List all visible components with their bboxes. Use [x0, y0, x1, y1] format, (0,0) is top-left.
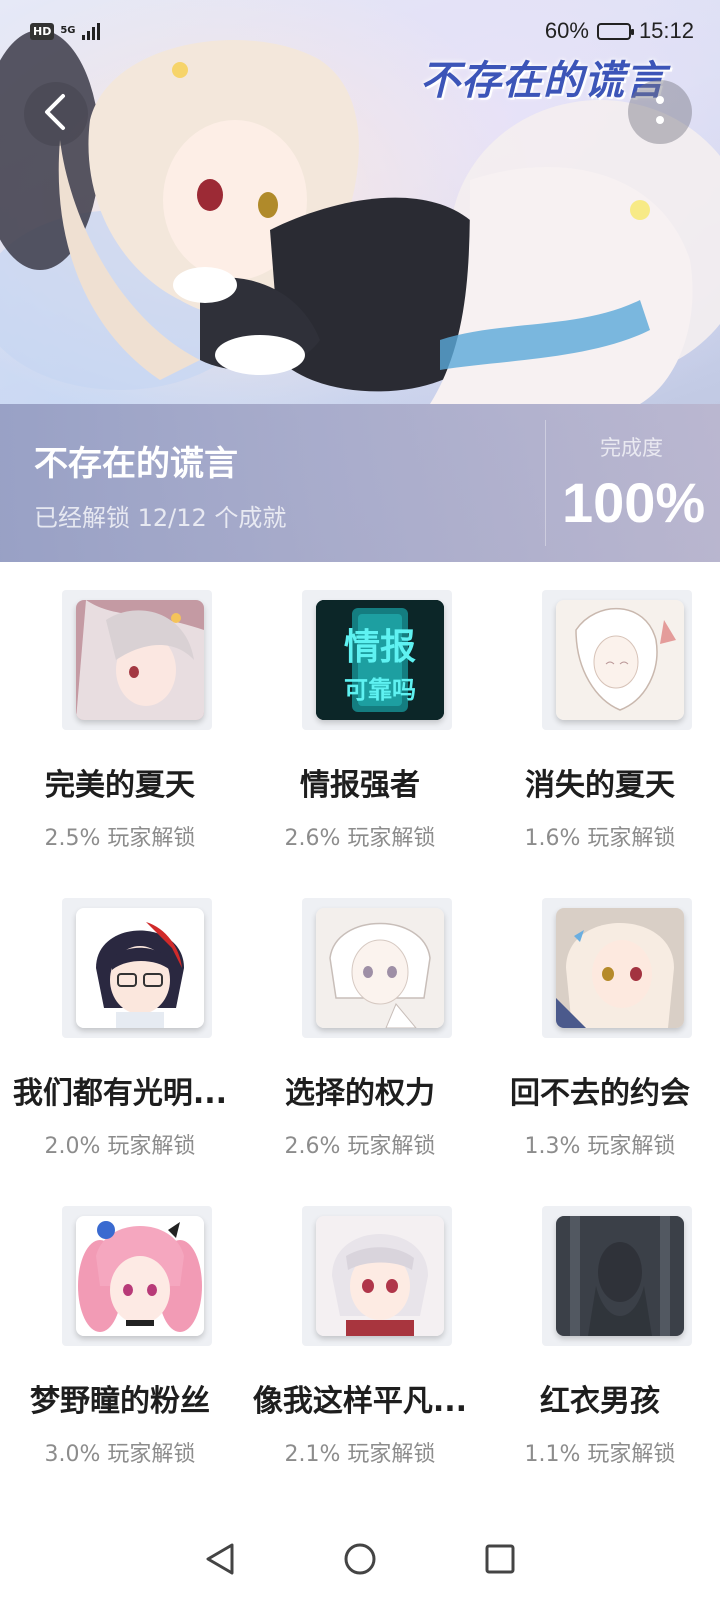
achievement-name: 情报强者 [300, 768, 420, 803]
achievement-thumbnail: 情报 可靠吗 [316, 600, 444, 720]
triangle-back-icon [204, 1542, 236, 1580]
battery-icon [596, 22, 634, 40]
panel-divider [545, 420, 546, 546]
status-right: 60% 15:12 [545, 18, 694, 44]
achievement-card[interactable]: 梦野瞳的粉丝 3.0% 玩家解锁 [0, 1178, 240, 1486]
achievement-thumbnail [556, 1216, 684, 1336]
nav-recent-button[interactable] [480, 1541, 520, 1581]
achievement-name: 消失的夏天 [525, 768, 675, 803]
achievement-name: 梦野瞳的粉丝 [30, 1384, 210, 1419]
status-left: HD 5G [30, 22, 100, 40]
nav-home-button[interactable] [340, 1541, 380, 1581]
achievement-thumbnail [316, 908, 444, 1028]
achievement-thumbnail [556, 908, 684, 1028]
achievement-unlock-rate: 2.6% 玩家解锁 [284, 1134, 436, 1159]
achievement-card[interactable]: 完美的夏天 2.5% 玩家解锁 [0, 562, 240, 870]
square-recent-icon [484, 1543, 516, 1579]
achievement-name: 选择的权力 [285, 1076, 435, 1111]
battery-percent: 60% [544, 18, 589, 43]
achievement-unlock-rate: 2.0% 玩家解锁 [44, 1134, 196, 1159]
achievement-name: 红衣男孩 [540, 1384, 660, 1419]
hd-badge: HD [30, 22, 55, 40]
circle-home-icon [343, 1542, 377, 1580]
achievement-thumbnail [556, 600, 684, 720]
achievement-card[interactable]: 像我这样平凡... 2.1% 玩家解锁 [240, 1178, 480, 1486]
achievement-name: 完美的夏天 [45, 768, 195, 803]
achievement-unlock-rate: 2.5% 玩家解锁 [44, 826, 196, 851]
achievement-unlock-rate: 3.0% 玩家解锁 [44, 1442, 196, 1467]
achievement-thumbnail [76, 1216, 204, 1336]
achievement-card[interactable]: 回不去的约会 1.3% 玩家解锁 [480, 870, 720, 1178]
signal-strength-icon [81, 22, 100, 40]
system-nav-bar [0, 1522, 720, 1600]
achievement-grid: 完美的夏天 2.5% 玩家解锁 情报 可靠吗 情报强者 2.6% 玩家解锁 消失… [0, 562, 720, 1522]
achievement-name: 回不去的约会 [510, 1076, 690, 1111]
achievement-unlock-rate: 1.3% 玩家解锁 [524, 1134, 676, 1159]
network-type: 5G [60, 25, 76, 36]
game-title: 不存在的谎言 [34, 444, 238, 484]
unlock-progress-text: 已经解锁 12/12 个成就 [34, 504, 287, 532]
achievement-card[interactable]: 情报 可靠吗 情报强者 2.6% 玩家解锁 [240, 562, 480, 870]
clock: 15:12 [638, 18, 694, 43]
achievement-unlock-rate: 1.6% 玩家解锁 [524, 826, 676, 851]
nav-back-button[interactable] [200, 1541, 240, 1581]
achievement-unlock-rate: 2.1% 玩家解锁 [284, 1442, 436, 1467]
completion-label: 完成度 [600, 436, 663, 460]
achievement-thumbnail [76, 908, 204, 1028]
game-logo-text: 不存在的谎言 [420, 57, 666, 104]
achievement-card[interactable]: 消失的夏天 1.6% 玩家解锁 [480, 562, 720, 870]
more-options-button[interactable] [628, 80, 692, 144]
achievement-thumbnail [316, 1216, 444, 1336]
achievement-unlock-rate: 1.1% 玩家解锁 [524, 1442, 676, 1467]
thumb-text-bottom: 可靠吗 [344, 675, 416, 704]
achievement-name: 像我这样平凡... [252, 1384, 468, 1419]
completion-value: 100% [562, 471, 706, 534]
achievement-card[interactable]: 选择的权力 2.6% 玩家解锁 [240, 870, 480, 1178]
achievement-name: 我们都有光明... [12, 1076, 228, 1111]
achievement-card[interactable]: 红衣男孩 1.1% 玩家解锁 [480, 1178, 720, 1486]
achievement-thumbnail [76, 600, 204, 720]
thumb-text-top: 情报 [343, 626, 416, 668]
achievement-unlock-rate: 2.6% 玩家解锁 [284, 826, 436, 851]
more-vertical-icon [655, 93, 665, 131]
back-button[interactable] [24, 82, 88, 146]
achievement-card[interactable]: 我们都有光明... 2.0% 玩家解锁 [0, 870, 240, 1178]
chevron-left-icon [41, 92, 71, 136]
